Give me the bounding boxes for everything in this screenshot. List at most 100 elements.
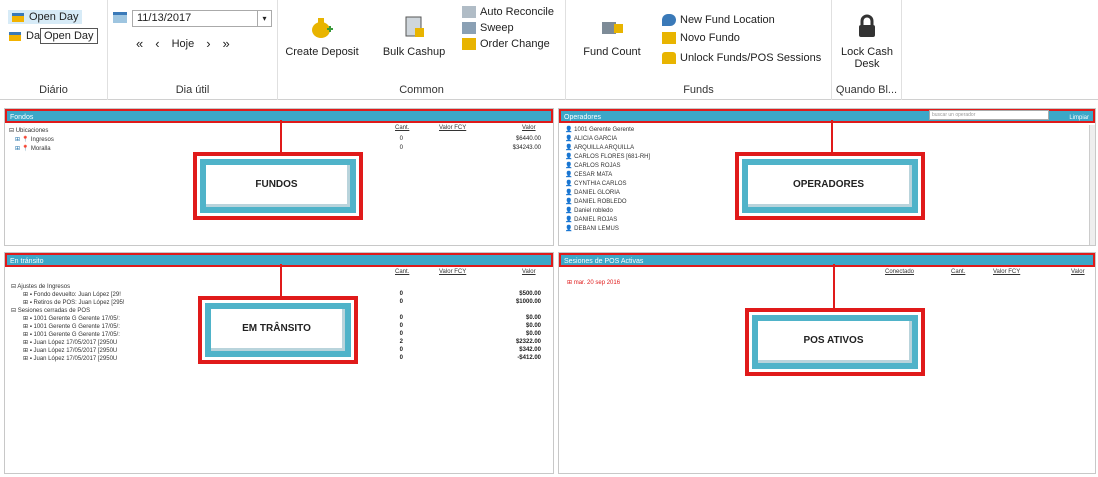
- transit-row[interactable]: ⊞ ▪ Fondo devuelto: Juan López [29!: [23, 291, 121, 298]
- transito-header: En tránsito: [5, 253, 553, 267]
- operator-search-input[interactable]: buscar un operador: [929, 110, 1049, 120]
- transit-row[interactable]: ⊞ ▪ 1001 Gerente G Gerente 17/05/:: [23, 323, 120, 330]
- auto-reconcile-button[interactable]: Auto Reconcile: [462, 6, 554, 18]
- location-pin-icon: 📍: [21, 146, 30, 152]
- transit-row[interactable]: ⊞ ▪ Juan López 17/05/2017 [2950U: [23, 347, 117, 354]
- fund-count-button[interactable]: Fund Count: [572, 14, 652, 58]
- operator-list-item[interactable]: 👤 1001 Gerente Gerente: [565, 126, 634, 133]
- unlock-funds-button[interactable]: Unlock Funds/POS Sessions: [662, 52, 821, 64]
- group-label-quando: Quando Bl...: [835, 84, 898, 96]
- tree-toggle-icon[interactable]: ⊞ ▪: [23, 356, 34, 362]
- operator-list-item[interactable]: 👤 CARLOS FLORES [681-RH]: [565, 153, 650, 160]
- sweep-button[interactable]: Sweep: [462, 22, 514, 34]
- operator-list-item[interactable]: 👤 Daniel robledo: [565, 207, 613, 214]
- tree-toggle-icon[interactable]: ⊞ ▪: [23, 292, 34, 298]
- cell-cant: 0: [399, 323, 403, 329]
- col-valor[interactable]: Valor: [522, 125, 536, 131]
- double-chevron-left-icon[interactable]: «: [136, 36, 143, 51]
- cell-valor: $34243.00: [512, 145, 541, 151]
- double-chevron-right-icon[interactable]: »: [223, 36, 230, 51]
- novo-fundo-button[interactable]: Novo Fundo: [662, 32, 740, 44]
- tree-toggle-icon[interactable]: ⊞ ▪: [23, 348, 34, 354]
- col-valor[interactable]: Valor: [1071, 269, 1085, 275]
- tree-toggle-icon[interactable]: ⊞ ▪: [23, 324, 34, 330]
- operator-list-item[interactable]: 👤 CYNTHIA CARLOS: [565, 180, 627, 187]
- transit-row[interactable]: ⊞ ▪ Juan López 17/05/2017 [2950U: [23, 355, 117, 362]
- col-cant[interactable]: Cant.: [395, 269, 409, 275]
- transit-row[interactable]: ⊞ ▪ 1001 Gerente G Gerente 17/05/:: [23, 315, 120, 322]
- col-valor-fcy[interactable]: Valor FCY: [993, 269, 1020, 275]
- operator-list-item[interactable]: 👤 DANIEL ROBLEDO: [565, 198, 627, 205]
- new-fund-location-button[interactable]: New Fund Location: [662, 14, 775, 26]
- user-icon: 👤: [565, 172, 575, 178]
- pos-date-row[interactable]: ⊞ mar. 20 sep 2016: [567, 279, 620, 286]
- scrollbar[interactable]: [1089, 125, 1095, 245]
- location-pin-icon: 📍: [21, 137, 30, 143]
- cell-cant: 0: [399, 145, 403, 151]
- callout-connector: [280, 120, 282, 152]
- tree-toggle-icon[interactable]: ⊞ ▪: [23, 340, 34, 346]
- tree-toggle-icon[interactable]: ⊞ ▪: [23, 332, 34, 338]
- bulk-cashup-button[interactable]: Bulk Cashup: [374, 14, 454, 58]
- callout-fundos: FUNDOS: [193, 152, 363, 220]
- limpiar-button[interactable]: Limpiar: [1069, 111, 1089, 125]
- lock-cash-desk-button[interactable]: Lock Cash Desk: [832, 14, 902, 70]
- operator-list-item[interactable]: 👤 DANIEL ROJAS: [565, 216, 617, 223]
- chevron-down-icon[interactable]: ▾: [257, 11, 271, 26]
- col-cant[interactable]: Cant.: [951, 269, 965, 275]
- tree-root[interactable]: ⊟ Ubicaciones: [9, 127, 48, 134]
- tree-toggle-icon[interactable]: ⊞ ▪: [23, 300, 34, 306]
- tree-toggle-icon[interactable]: ⊟: [11, 308, 18, 314]
- chevron-left-icon[interactable]: ‹: [155, 36, 159, 51]
- location-pin-icon: [662, 14, 676, 26]
- user-icon: 👤: [565, 136, 574, 142]
- transit-row[interactable]: ⊟ Sesiones cerradas de POS: [11, 307, 90, 314]
- col-conectado[interactable]: Conectado: [885, 269, 914, 275]
- open-day-button[interactable]: Open Day: [8, 10, 82, 24]
- tree-item-ingresos[interactable]: ⊞ 📍 Ingresos: [15, 136, 54, 143]
- transit-row[interactable]: ⊞ ▪ 1001 Gerente G Gerente 17/05/:: [23, 331, 120, 338]
- order-change-button[interactable]: Order Change: [462, 38, 550, 50]
- col-valor[interactable]: Valor: [522, 269, 536, 275]
- col-valor-fcy[interactable]: Valor FCY: [439, 125, 466, 131]
- coins-icon: [462, 38, 476, 50]
- money-bag-icon: [312, 18, 333, 38]
- tree-toggle-icon[interactable]: ⊞ ▪: [23, 316, 34, 322]
- col-cant[interactable]: Cant.: [395, 125, 409, 131]
- calendar-icon: [9, 32, 21, 41]
- operator-list-item[interactable]: 👤 DANIEL GLORIA: [565, 189, 620, 196]
- group-dia-util: 11/13/2017 ▾ « ‹ Hoje › » Dia útil: [108, 0, 278, 100]
- da-button[interactable]: Da: [8, 30, 40, 42]
- transit-row[interactable]: ⊟ Ajustes de Ingresos: [11, 283, 70, 290]
- fund-icon: [662, 32, 676, 44]
- user-icon: 👤: [565, 199, 575, 205]
- transit-row[interactable]: ⊞ ▪ Juan López 17/05/2017 [2950U: [23, 339, 117, 346]
- operator-list-item[interactable]: 👤 CESAR MATA: [565, 171, 612, 178]
- col-valor-fcy[interactable]: Valor FCY: [439, 269, 466, 275]
- create-deposit-button[interactable]: Create Deposit: [282, 14, 362, 58]
- cell-valor: $0.00: [525, 331, 541, 337]
- tree-item-moralla[interactable]: ⊞ 📍 Moralla: [15, 145, 51, 152]
- transit-row[interactable]: ⊞ ▪ Retiros de POS: Juan López [295!: [23, 299, 125, 306]
- cell-valor: $2322.00: [515, 339, 541, 345]
- user-icon: 👤: [565, 217, 575, 223]
- calendar-icon: [12, 13, 24, 22]
- operator-list-item[interactable]: 👤 ARQUILLA ARQUILLA: [565, 144, 634, 151]
- chevron-right-icon[interactable]: ›: [206, 36, 210, 51]
- operator-list-item[interactable]: 👤 CARLOS ROJAS: [565, 162, 621, 169]
- unlock-icon: [662, 52, 676, 64]
- operator-list-item[interactable]: 👤 ALICIA GARCIA: [565, 135, 617, 142]
- sweep-icon: [462, 22, 476, 34]
- user-icon: 👤: [565, 163, 575, 169]
- cell-cant: 0: [399, 355, 403, 361]
- group-label-diario: Diário: [39, 84, 68, 96]
- cell-cant: 0: [399, 331, 403, 337]
- cell-valor: $342.00: [519, 347, 541, 353]
- operator-list-item[interactable]: 👤 DEBANI LEMUS: [565, 225, 619, 232]
- cell-valor: $1000.00: [515, 299, 541, 305]
- date-picker[interactable]: 11/13/2017 ▾: [132, 10, 272, 27]
- lock-icon: [859, 14, 875, 37]
- group-label-funds: Funds: [683, 84, 714, 96]
- group-funds: Fund Count New Fund Location Novo Fundo …: [566, 0, 832, 100]
- hoje-button[interactable]: Hoje: [172, 38, 195, 50]
